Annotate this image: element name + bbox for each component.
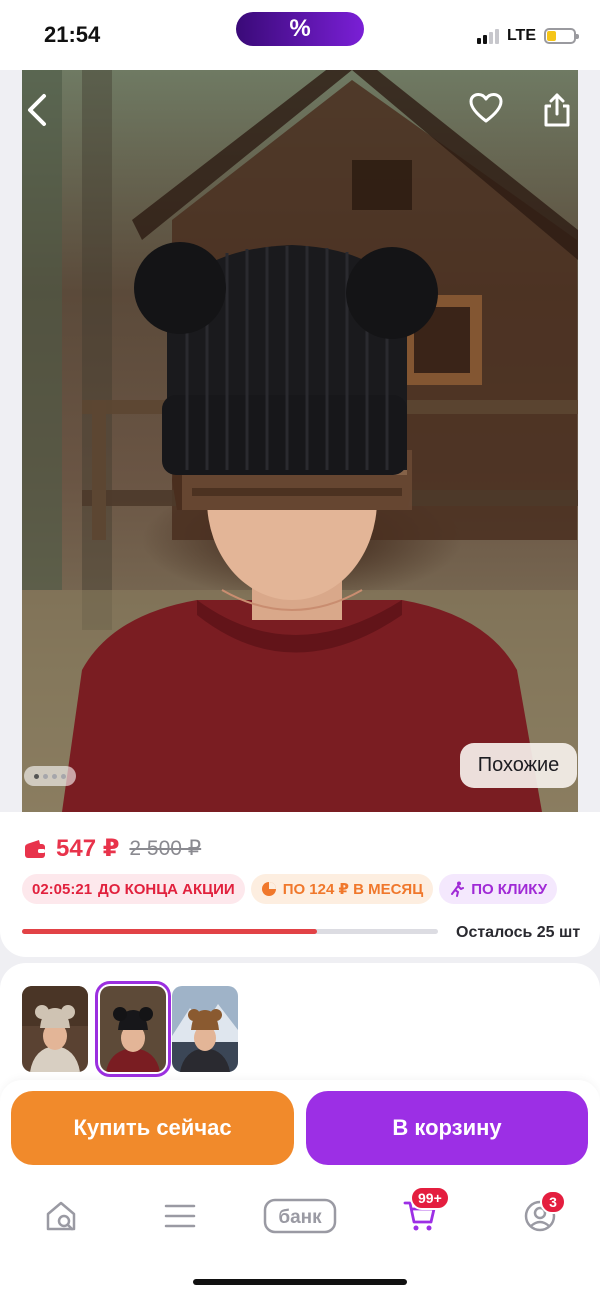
back-button[interactable] xyxy=(22,92,66,136)
stock-progress xyxy=(22,929,438,934)
bottom-action-bar: Купить сейчас В корзину банк 99+ 3 xyxy=(0,1080,600,1297)
chevron-left-icon xyxy=(28,94,46,126)
bank-label: банк xyxy=(278,1207,322,1228)
variant-image xyxy=(172,986,238,1072)
buy-now-button[interactable]: Купить сейчас xyxy=(11,1091,294,1165)
variant-image xyxy=(100,986,166,1072)
network-type: LTE xyxy=(506,27,536,44)
variant-thumbnail[interactable] xyxy=(22,986,88,1072)
sale-timer-label: ДО КОНЦА АКЦИИ xyxy=(98,880,235,898)
gallery-dot xyxy=(61,773,66,779)
similar-button[interactable]: Похожие xyxy=(460,743,577,788)
favorite-button[interactable] xyxy=(468,92,512,136)
sale-timer-chip[interactable]: 02:05:21 ДО КОНЦА АКЦИИ xyxy=(22,874,245,904)
sale-timer: 02:05:21 xyxy=(32,880,93,898)
old-price: 2 500 ₽ xyxy=(129,837,202,860)
one-click-label: ПО КЛИКУ xyxy=(471,880,548,898)
promo-badge[interactable]: % xyxy=(236,12,364,46)
current-price: 547 ₽ xyxy=(56,835,120,862)
notification-badge: 3 xyxy=(540,1190,566,1214)
product-image[interactable]: Похожие xyxy=(22,70,578,812)
variant-thumbnail[interactable] xyxy=(172,986,238,1072)
share-icon xyxy=(544,93,570,127)
status-bar: 21:54 % LTE xyxy=(0,0,600,70)
add-to-cart-button[interactable]: В корзину xyxy=(306,1091,588,1165)
tab-bar: банк 99+ 3 xyxy=(0,1180,600,1250)
tab-cart[interactable]: 99+ xyxy=(392,1186,450,1240)
stock-progress-fill xyxy=(22,929,318,934)
installment-chip[interactable]: ПО 124 ₽ В МЕСЯЦ xyxy=(250,874,434,904)
promo-chips: 02:05:21 ДО КОНЦА АКЦИИ ПО 124 ₽ В МЕСЯЦ… xyxy=(22,874,558,904)
price-card: 547 ₽ 2 500 ₽ 02:05:21 ДО КОНЦА АКЦИИ ПО… xyxy=(0,812,600,957)
running-person-icon xyxy=(451,881,465,897)
home-search-icon xyxy=(46,1201,76,1231)
bank-icon: банк xyxy=(263,1198,337,1234)
status-indicators: LTE xyxy=(476,24,579,48)
gallery-dot xyxy=(43,773,48,779)
battery-icon xyxy=(544,28,579,44)
tab-catalog[interactable] xyxy=(152,1192,208,1240)
home-indicator xyxy=(193,1279,407,1285)
share-button[interactable] xyxy=(542,92,578,136)
stock-left-label: Осталось 25 шт xyxy=(456,924,581,941)
tab-profile[interactable]: 3 xyxy=(512,1190,568,1240)
gallery-dot xyxy=(34,773,39,779)
menu-icon xyxy=(164,1204,196,1228)
variant-thumbnail-selected[interactable] xyxy=(95,981,171,1077)
wallet-icon xyxy=(25,839,45,858)
installment-label: ПО 124 ₽ В МЕСЯЦ xyxy=(282,881,424,898)
price-row: 547 ₽ 2 500 ₽ xyxy=(24,834,201,863)
status-time: 21:54 xyxy=(44,22,101,47)
gallery-pagination xyxy=(24,766,76,786)
pie-chart-icon xyxy=(261,882,276,896)
heart-outline-icon xyxy=(469,93,503,123)
gallery-dot xyxy=(52,773,57,779)
cart-count-badge: 99+ xyxy=(410,1186,450,1210)
one-click-chip[interactable]: ПО КЛИКУ xyxy=(439,874,558,904)
variant-image xyxy=(22,986,88,1072)
tab-home[interactable] xyxy=(33,1192,89,1240)
signal-icon xyxy=(476,28,499,44)
product-photo xyxy=(22,70,578,812)
tab-bank[interactable]: банк xyxy=(262,1192,338,1240)
